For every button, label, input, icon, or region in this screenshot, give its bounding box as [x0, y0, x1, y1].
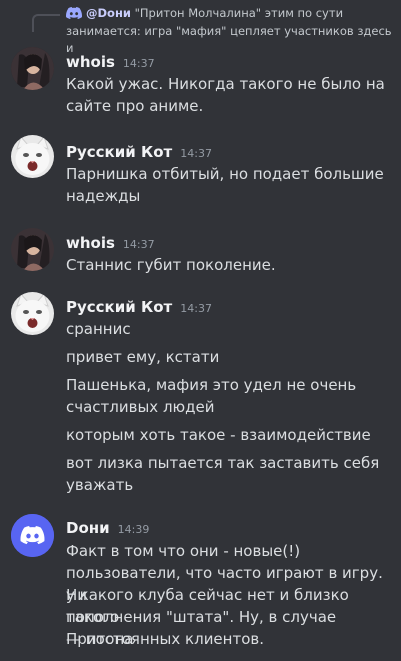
- reply-mention[interactable]: @Dони: [86, 6, 131, 20]
- author-name[interactable]: Dони: [66, 519, 110, 537]
- timestamp: 14:37: [122, 57, 155, 70]
- author-name[interactable]: whois: [66, 53, 115, 71]
- discord-logo-icon: [66, 7, 82, 19]
- avatar[interactable]: [11, 135, 54, 178]
- timestamp: 14:37: [180, 302, 212, 315]
- message-text: Какой ужас. Никогда такого не было на: [66, 75, 385, 93]
- message-header: whois 14:37: [66, 233, 155, 252]
- message-text: Парнишка отбитый, но подает большие: [66, 165, 384, 183]
- message-text: надежды: [66, 187, 141, 205]
- photo-avatar-icon: [11, 47, 54, 90]
- timestamp: 14:37: [122, 238, 155, 251]
- message-text: привет ему, кстати: [66, 348, 220, 366]
- author-name[interactable]: Русский Кот: [66, 298, 172, 316]
- reply-preview[interactable]: @Dони "Притон Молчалина" этим по сути: [86, 5, 391, 22]
- avatar[interactable]: [11, 514, 54, 557]
- author-name[interactable]: whois: [66, 234, 115, 252]
- cat-avatar-icon: [11, 135, 54, 178]
- message-text: — постоянных клиентов.: [66, 630, 264, 648]
- message-header: whois 14:37: [66, 52, 155, 71]
- photo-avatar-icon: [11, 228, 54, 271]
- timestamp: 14:37: [180, 147, 212, 160]
- message-header: Русский Кот 14:37: [66, 142, 212, 161]
- reply-connector: [32, 14, 60, 32]
- reply-text: "Притон Молчалина" этим по сути: [130, 6, 344, 20]
- cat-avatar-icon: [11, 292, 54, 335]
- message-text: Пашенька, мафия это удел не очень: [66, 376, 357, 394]
- discord-avatar-icon: [11, 514, 54, 557]
- timestamp: 14:39: [117, 523, 150, 536]
- message-header: Dони 14:39: [66, 518, 149, 537]
- avatar[interactable]: [11, 47, 54, 90]
- message-text: вот лизка пытается так заставить себя: [66, 454, 380, 472]
- message-text: уважать: [66, 476, 134, 494]
- message-text: Станнис губит поколение.: [66, 256, 276, 274]
- avatar[interactable]: [11, 228, 54, 271]
- avatar[interactable]: [11, 292, 54, 335]
- message-text: Факт в том что они - новые(!): [66, 542, 301, 560]
- message-header: Русский Кот 14:37: [66, 297, 212, 316]
- message-text: сайте про аниме.: [66, 97, 204, 115]
- message-text: сраннис: [66, 320, 131, 338]
- author-name[interactable]: Русский Кот: [66, 143, 172, 161]
- message-text: которым хоть такое - взаимодействие: [66, 426, 371, 444]
- message-text: счастливых людей: [66, 398, 215, 416]
